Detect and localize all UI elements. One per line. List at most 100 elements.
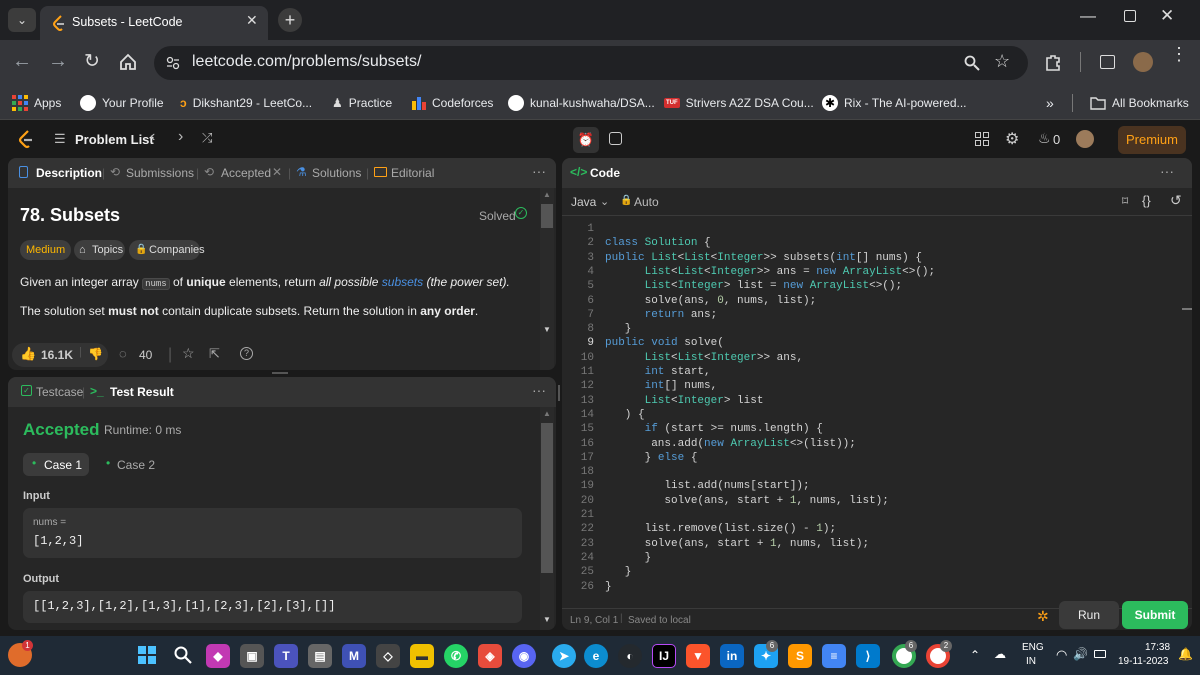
alarm-icon[interactable]: ⏰	[573, 127, 599, 153]
sublime-icon[interactable]: S	[788, 644, 812, 668]
store-icon[interactable]: ▤	[308, 644, 332, 668]
case-2-tab[interactable]: • Case 2	[100, 453, 166, 476]
share-icon[interactable]: ⇱	[209, 346, 220, 362]
windows-start-icon[interactable]	[138, 646, 156, 664]
profile-avatar[interactable]	[1133, 52, 1153, 72]
code-line[interactable]: 26}	[562, 580, 1162, 594]
scroll-down-icon[interactable]: ▼	[543, 615, 551, 624]
shuffle-icon[interactable]: ⤮	[202, 130, 212, 146]
onedrive-icon[interactable]: ☁	[994, 647, 1006, 661]
subsets-link[interactable]: subsets	[382, 275, 423, 289]
help-icon[interactable]: ?	[240, 347, 253, 360]
tab-description[interactable]: Description	[36, 166, 102, 180]
tab-editorial[interactable]: Editorial	[391, 166, 434, 180]
bookmark-your-profile[interactable]: Your Profile	[80, 86, 164, 120]
code-line[interactable]: 16 ans.add(new ArrayList<>(list));	[562, 437, 1162, 451]
code-line[interactable]: 6 solve(ans, 0, nums, list);	[562, 294, 1162, 308]
discord-icon[interactable]: ◉	[512, 644, 536, 668]
code-line[interactable]: 23 solve(ans, start + 1, nums, list);	[562, 537, 1162, 551]
new-tab-icon[interactable]: +	[278, 8, 302, 32]
copilot-icon[interactable]: ◆	[206, 644, 230, 668]
bookmark-icon[interactable]: ⌑	[1122, 194, 1128, 208]
code-line[interactable]: 17 } else {	[562, 451, 1162, 465]
debug-bug-icon[interactable]: ✲	[1037, 608, 1049, 625]
auto-mode[interactable]: Auto	[634, 195, 659, 209]
task-view-icon[interactable]: ▣	[240, 644, 264, 668]
problem-list-link[interactable]: Problem List	[75, 132, 154, 147]
site-info-icon[interactable]	[166, 56, 180, 70]
code-editor[interactable]: 1 2 class Solution {3 public List<List<Inte…	[562, 222, 1180, 602]
volume-icon[interactable]: 🔊	[1073, 647, 1088, 661]
home-icon[interactable]	[118, 52, 138, 72]
code-line[interactable]: 4 List<List<Integer>> ans = new ArrayLis…	[562, 265, 1162, 279]
clock-time[interactable]: 17:38	[1145, 642, 1170, 653]
teams-icon[interactable]: T	[274, 644, 298, 668]
tab-testcase[interactable]: Testcase	[36, 385, 83, 399]
bookmark-codeforces[interactable]: Codeforces	[412, 86, 493, 120]
star-bookmark-icon[interactable]: ☆	[994, 51, 1010, 72]
code-line[interactable]: 10 List<List<Integer>> ans,	[562, 351, 1162, 365]
next-problem-icon[interactable]: ›	[178, 128, 183, 146]
code-line[interactable]: 11 int start,	[562, 365, 1162, 379]
bookmark-rix[interactable]: ✱ Rix - The AI-powered...	[822, 86, 967, 120]
code-line[interactable]: 1	[562, 222, 1162, 236]
back-icon[interactable]: ←	[12, 50, 32, 73]
app-icon[interactable]: ◇	[376, 644, 400, 668]
more-options-icon[interactable]: ···	[532, 163, 546, 179]
code-line[interactable]: 2 class Solution {	[562, 236, 1162, 250]
language-top[interactable]: ENG	[1022, 642, 1044, 653]
tray-chevron-icon[interactable]: ⌃	[970, 648, 980, 662]
leetcode-logo-icon[interactable]	[18, 129, 34, 149]
code-line[interactable]: 14 ) {	[562, 408, 1162, 422]
wifi-icon[interactable]: ◠	[1056, 647, 1067, 663]
scroll-up-icon[interactable]: ▲	[543, 409, 551, 418]
case-1-tab[interactable]: • Case 1	[23, 453, 89, 476]
reset-icon[interactable]: ↺	[1170, 192, 1182, 209]
code-line[interactable]: 19 list.add(nums[start]);	[562, 479, 1162, 493]
thumbs-down-icon[interactable]: 👎	[88, 347, 103, 361]
search-icon[interactable]	[174, 646, 192, 664]
bookmark-practice[interactable]: ♟ Practice	[332, 86, 392, 120]
comment-icon[interactable]: ◌	[119, 346, 127, 361]
tab-search-button[interactable]: ⌄	[8, 8, 36, 32]
tab-close-icon[interactable]: ✕	[246, 12, 258, 29]
telegram-icon[interactable]: ➤	[552, 644, 576, 668]
code-line[interactable]: 3 public List<List<Integer>> subsets(int[…	[562, 251, 1162, 265]
settings-gear-icon[interactable]: ⚙	[1005, 129, 1019, 149]
file-explorer-icon[interactable]: ▬	[410, 644, 434, 668]
notes-icon[interactable]	[609, 132, 622, 145]
prev-problem-icon[interactable]: ‹	[150, 128, 155, 146]
code-line[interactable]: 21	[562, 508, 1162, 522]
minimize-icon[interactable]: —	[1080, 8, 1096, 26]
window-close-icon[interactable]: ✕	[1160, 6, 1174, 26]
tab-test-result[interactable]: Test Result	[110, 385, 174, 399]
user-avatar[interactable]	[1076, 130, 1094, 148]
edge-icon[interactable]: e	[584, 644, 608, 668]
code-line[interactable]: 8 }	[562, 322, 1162, 336]
description-scrollbar[interactable]: ▲ ▼	[540, 188, 554, 370]
topics-chip[interactable]: ⌂ Topics	[74, 240, 125, 260]
code-line[interactable]: 25 }	[562, 565, 1162, 579]
bookmark-leetcode-profile[interactable]: ↄ Dikshant29 - LeetCo...	[180, 86, 312, 120]
side-panel-icon[interactable]	[1100, 55, 1115, 69]
code-line[interactable]: 20 solve(ans, start + 1, nums, list);	[562, 494, 1162, 508]
code-line[interactable]: 7 return ans;	[562, 308, 1162, 322]
tab-solutions[interactable]: Solutions	[312, 166, 361, 180]
premium-button[interactable]: Premium	[1118, 126, 1186, 154]
code-line[interactable]: 9 public void solve(	[562, 336, 1162, 350]
battery-icon[interactable]	[1094, 650, 1106, 658]
browser-tab[interactable]: Subsets - LeetCode ✕	[40, 6, 268, 40]
google-docs-icon[interactable]: ≡	[822, 644, 846, 668]
git-icon[interactable]: ◈	[478, 644, 502, 668]
close-tab-icon[interactable]: ✕	[272, 165, 282, 179]
scroll-up-icon[interactable]: ▲	[543, 190, 551, 199]
github-desktop-icon[interactable]: ◐	[618, 644, 642, 668]
code-line[interactable]: 13 List<Integer> list	[562, 394, 1162, 408]
scroll-thumb[interactable]	[541, 423, 553, 573]
layout-grid-icon[interactable]	[975, 132, 989, 146]
bookmark-strivers[interactable]: TUF Strivers A2Z DSA Cou...	[664, 86, 814, 120]
submit-button[interactable]: Submit	[1122, 601, 1188, 629]
code-tab[interactable]: Code	[590, 166, 620, 180]
tab-submissions[interactable]: Submissions	[126, 166, 194, 180]
restore-icon[interactable]	[1124, 10, 1136, 22]
